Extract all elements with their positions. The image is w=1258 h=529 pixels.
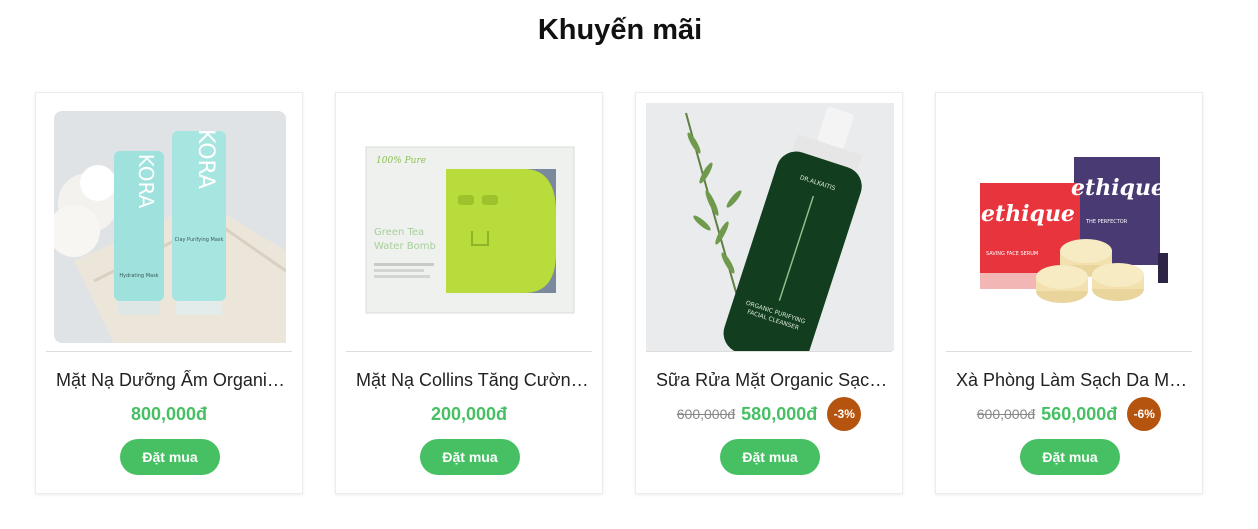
product-price: 800,000đ [130, 403, 208, 424]
order-button[interactable]: Đặt mua [720, 439, 820, 475]
product-image-line: Water Bomb [374, 241, 436, 252]
product-name[interactable]: Mặt Nạ Dưỡng Ẩm Organic Kora [56, 370, 292, 391]
product-card[interactable]: 100% Pure Green Tea Water Bomb Mặt Nạ Co… [335, 92, 603, 494]
product-image-brand: ethique [1071, 175, 1165, 201]
order-button[interactable]: Đặt mua [420, 439, 520, 475]
product-card[interactable]: KORA KORA Hydrating Mask Clay Purifying … [35, 92, 303, 494]
price-row: 800,000đ [36, 396, 302, 432]
card-divider [646, 351, 892, 352]
product-image[interactable]: 100% Pure Green Tea Water Bomb [346, 103, 594, 351]
product-image-brand: KORA [134, 154, 158, 209]
product-old-price: 600,000đ [676, 406, 736, 422]
product-price: 560,000đ [1041, 403, 1118, 424]
section-title: Khuyến mãi [537, 14, 703, 46]
card-divider [46, 351, 292, 352]
order-button[interactable]: Đặt mua [120, 439, 220, 475]
product-name[interactable]: Xà Phòng Làm Sạch Da Mặt Ethique [956, 370, 1192, 391]
product-image[interactable]: KORA KORA Hydrating Mask Clay Purifying … [54, 111, 286, 343]
product-image-line: SAVING FACE SERUM [986, 251, 1038, 257]
product-card[interactable]: ethique ethique SAVING FACE SERUM THE PE… [935, 92, 1203, 494]
product-card[interactable]: DR.ALKAITIS ORGANIC PURIFYING FACIAL CLE… [635, 92, 903, 494]
product-old-price: 600,000đ [976, 406, 1036, 422]
price-row: 200,000đ [336, 396, 602, 432]
product-price: 200,000đ [430, 403, 508, 424]
card-divider [946, 351, 1192, 352]
product-image[interactable]: ethique ethique SAVING FACE SERUM THE PE… [946, 103, 1194, 351]
price-row: 600,000đ 560,000đ -6% [936, 396, 1202, 432]
discount-badge: -3% [827, 397, 862, 431]
card-divider [346, 351, 592, 352]
product-image[interactable]: DR.ALKAITIS ORGANIC PURIFYING FACIAL CLE… [646, 103, 894, 351]
product-image-brand: ethique [981, 201, 1075, 227]
product-name[interactable]: Mặt Nạ Collins Tăng Cường Collagen [356, 370, 592, 391]
product-image-label: Clay Purifying Mask [175, 237, 224, 243]
price-row: 600,000đ 580,000đ -3% [636, 396, 902, 432]
product-image-line: Green Tea [374, 227, 424, 238]
product-image-brand: 100% Pure [376, 156, 426, 166]
discount-badge: -6% [1127, 397, 1162, 431]
product-image-line: THE PERFECTOR [1085, 219, 1128, 225]
product-name[interactable]: Sữa Rửa Mặt Organic Sạch Sâu [656, 370, 892, 391]
order-button[interactable]: Đặt mua [1020, 439, 1120, 475]
product-image-brand: KORA [193, 129, 218, 189]
product-image-label: Hydrating Mask [119, 273, 158, 279]
product-price: 580,000đ [741, 403, 818, 424]
